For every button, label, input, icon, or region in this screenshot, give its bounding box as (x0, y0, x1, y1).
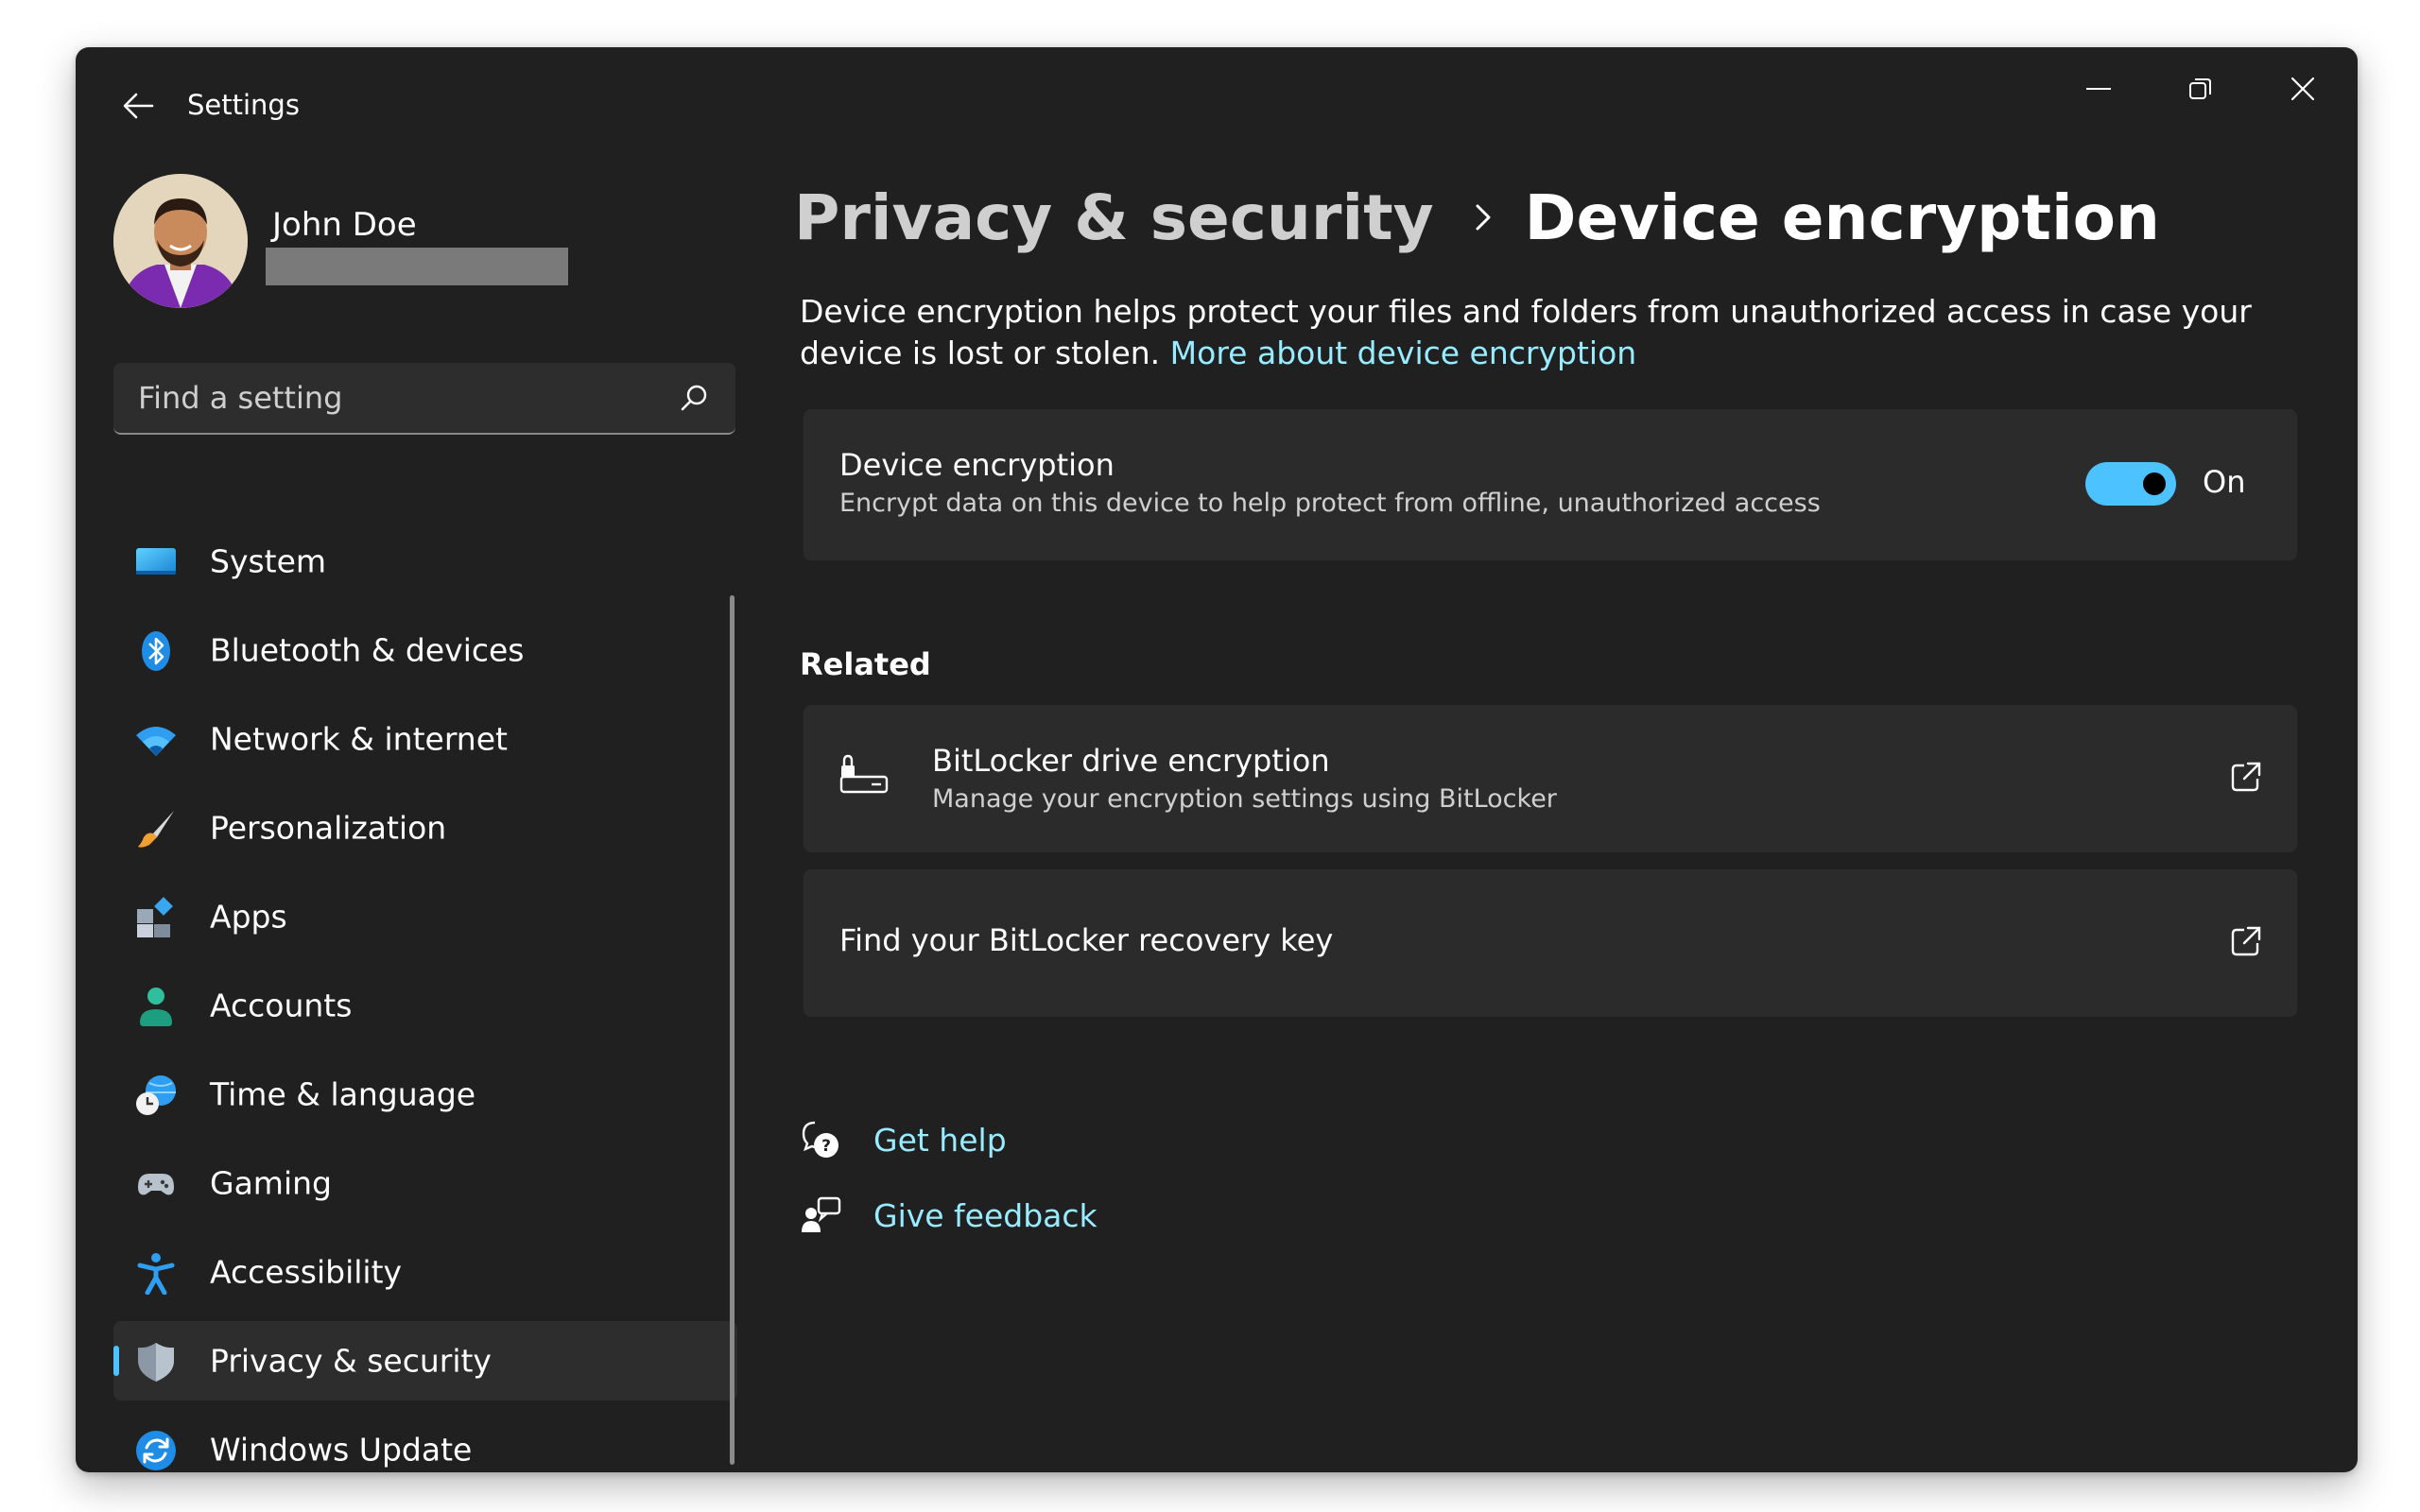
device-encryption-card: Device encryption Encrypt data on this d… (804, 409, 2297, 560)
bitlocker-card[interactable]: BitLocker drive encryption Manage your e… (804, 705, 2297, 852)
sidebar-item-accessibility[interactable]: Accessibility (113, 1232, 737, 1312)
user-email-redacted (266, 248, 568, 285)
user-name: John Doe (272, 206, 417, 244)
shield-icon (138, 1343, 174, 1382)
sidebar-item-windows-update[interactable]: Windows Update (113, 1410, 737, 1472)
minimize-button[interactable] (2051, 57, 2146, 121)
external-link-icon (2231, 762, 2261, 792)
card-subtitle: Manage your encryption settings using Bi… (932, 784, 1557, 814)
sidebar-item-label: Time & language (210, 1075, 476, 1113)
back-arrow-icon (123, 93, 154, 119)
apps-icon (137, 897, 173, 937)
sidebar-item-apps[interactable]: Apps (113, 877, 737, 956)
toggle-state-label: On (2203, 464, 2246, 500)
back-button[interactable] (108, 81, 168, 130)
sidebar-item-network[interactable]: Network & internet (113, 699, 737, 779)
sidebar-item-label: Accounts (210, 987, 353, 1024)
sidebar-item-gaming[interactable]: Gaming (113, 1143, 737, 1223)
device-encryption-toggle[interactable] (2085, 462, 2176, 506)
sidebar-item-time-language[interactable]: Time & language (113, 1055, 737, 1134)
sidebar-item-personalization[interactable]: Personalization (113, 788, 737, 868)
brush-icon (138, 811, 174, 848)
selection-indicator (113, 1346, 119, 1376)
give-feedback-link[interactable]: Give feedback (800, 1194, 1098, 1236)
sidebar-item-system[interactable]: System (113, 522, 737, 601)
sidebar-item-label: Privacy & security (210, 1342, 492, 1380)
page-title: Device encryption (1524, 180, 2160, 254)
accessibility-icon (137, 1253, 175, 1295)
external-link-icon (2231, 926, 2261, 956)
sidebar-item-label: Network & internet (210, 720, 508, 758)
bluetooth-icon (142, 631, 170, 671)
sidebar-scrollbar[interactable] (730, 595, 735, 1465)
recovery-key-card[interactable]: Find your BitLocker recovery key (804, 869, 2297, 1017)
gamepad-icon (138, 1174, 174, 1195)
page-description: Device encryption helps protect your fil… (800, 291, 2293, 374)
search-input[interactable] (113, 363, 671, 433)
accounts-icon (140, 988, 172, 1026)
card-subtitle: Encrypt data on this device to help prot… (839, 489, 1821, 518)
avatar[interactable] (113, 174, 248, 308)
restore-button[interactable] (2153, 57, 2248, 121)
avatar-image (113, 174, 248, 308)
card-title: BitLocker drive encryption (932, 743, 1330, 779)
card-title: Find your BitLocker recovery key (839, 922, 1334, 958)
sidebar-item-accounts[interactable]: Accounts (113, 966, 737, 1045)
system-icon (136, 548, 176, 575)
get-help-link[interactable]: ? Get help (800, 1119, 1007, 1160)
bitlocker-icon (839, 754, 889, 794)
sidebar-item-label: Apps (210, 898, 287, 936)
app-title: Settings (187, 89, 300, 121)
svg-text:?: ? (821, 1137, 831, 1156)
get-help-label: Get help (873, 1121, 1007, 1159)
breadcrumb-parent[interactable]: Privacy & security (794, 181, 1434, 254)
get-help-icon: ? (802, 1121, 838, 1158)
give-feedback-label: Give feedback (873, 1196, 1098, 1234)
sidebar-item-label: Accessibility (210, 1253, 403, 1291)
related-section-title: Related (800, 646, 931, 682)
sidebar-item-label: Bluetooth & devices (210, 631, 525, 669)
close-button[interactable] (2256, 57, 2350, 121)
update-icon (136, 1431, 176, 1470)
minimize-icon (2086, 88, 2111, 90)
time-language-icon (136, 1075, 176, 1115)
close-icon (2290, 77, 2315, 101)
feedback-icon (802, 1196, 841, 1232)
sidebar-item-bluetooth[interactable]: Bluetooth & devices (113, 610, 737, 690)
chevron-right-icon (1476, 204, 1491, 231)
sidebar-item-label: Personalization (210, 809, 447, 847)
toggle-knob (2143, 472, 2166, 495)
wifi-icon (136, 727, 176, 756)
search-box[interactable] (113, 363, 735, 435)
settings-window: Settings John Doe Find a setting System … (76, 47, 2358, 1472)
search-icon[interactable] (679, 382, 711, 414)
card-title: Device encryption (839, 447, 1115, 483)
restore-icon (2189, 78, 2211, 99)
sidebar-item-label: Gaming (210, 1164, 332, 1202)
sidebar-item-privacy-security[interactable]: Privacy & security (113, 1321, 737, 1400)
breadcrumb: Privacy & security Device encryption (794, 170, 2160, 265)
sidebar-item-label: System (210, 542, 327, 580)
sidebar-item-label: Windows Update (210, 1431, 473, 1469)
learn-more-link[interactable]: More about device encryption (1170, 335, 1637, 371)
sidebar-nav: System Bluetooth & devices Network & int… (113, 522, 737, 1472)
